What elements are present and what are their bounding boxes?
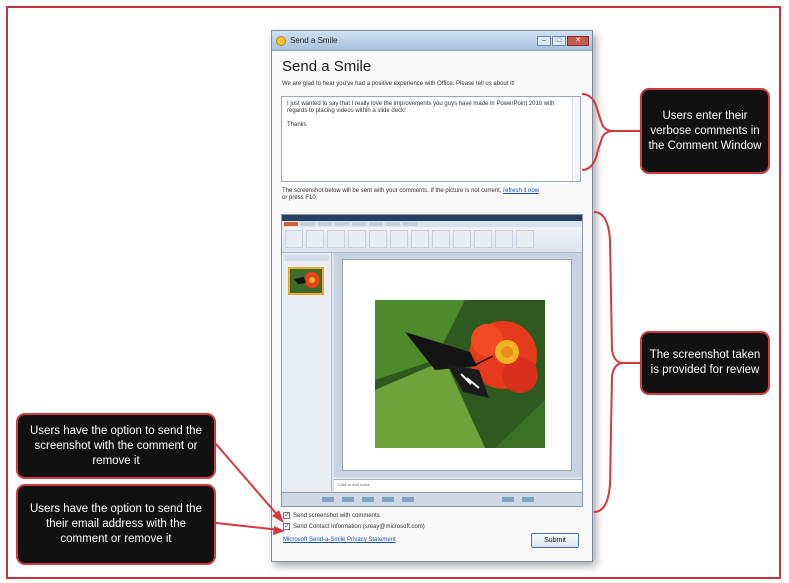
dialog-heading: Send a Smile: [282, 58, 372, 75]
comment-line: I just wanted to say that I really love …: [287, 101, 555, 114]
minimize-icon[interactable]: –: [537, 35, 551, 46]
send-a-smile-dialog: Send a Smile – □ ✕ Send a Smile We are g…: [271, 30, 593, 562]
send-contact-checkbox[interactable]: ✓ Send Contact Information (sreay@micros…: [283, 523, 425, 530]
intro-text: We are glad to hear you've had a positiv…: [282, 81, 515, 87]
window-controls: – □ ✕: [537, 35, 589, 46]
comment-textarea[interactable]: I just wanted to say that I really love …: [281, 96, 581, 182]
slide-editing-area: [334, 253, 582, 477]
refresh-link[interactable]: refresh it now: [503, 188, 539, 194]
ppt-status-bar: [282, 492, 582, 506]
checkbox-checked-icon[interactable]: ✓: [283, 523, 290, 530]
maximize-icon[interactable]: □: [552, 35, 566, 46]
smile-icon: [276, 35, 286, 46]
slide-thumbnails-pane: [282, 253, 332, 491]
callout-screenshot-review: The screenshot taken is provided for rev…: [640, 331, 770, 395]
dialog-body: Send a Smile We are glad to hear you've …: [272, 51, 592, 561]
close-icon[interactable]: ✕: [567, 35, 589, 46]
callout-comment-window: Users enter their verbose comments in th…: [640, 88, 770, 174]
checkbox-checked-icon[interactable]: ✓: [283, 512, 290, 519]
slide: [342, 259, 572, 471]
callout-email-option: Users have the option to send the their …: [16, 484, 216, 565]
privacy-link[interactable]: Microsoft Send-a-Smile Privacy Statement: [283, 537, 396, 543]
title-bar: Send a Smile – □ ✕: [272, 31, 592, 51]
callout-screenshot-option: Users have the option to send the screen…: [16, 413, 216, 479]
screenshot-preview: Click to add notes: [281, 214, 583, 507]
slide-notes: Click to add notes: [334, 479, 582, 493]
slide-thumbnail: [288, 267, 324, 295]
ppt-ribbon: [282, 227, 582, 253]
send-screenshot-checkbox[interactable]: ✓ Send screenshot with comments: [283, 512, 380, 519]
submit-button[interactable]: Submit: [531, 533, 579, 548]
window-title: Send a Smile: [290, 36, 338, 45]
comment-scrollbar[interactable]: [572, 97, 580, 181]
screenshot-note: The screenshot below will be sent with y…: [282, 188, 540, 201]
comment-line: Thanks: [287, 122, 307, 128]
butterfly-flower-photo: [375, 300, 545, 448]
